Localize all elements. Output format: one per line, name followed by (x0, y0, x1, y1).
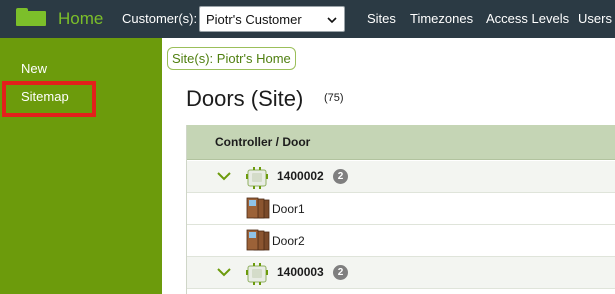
breadcrumb[interactable]: Site(s): Piotr's Home (167, 47, 296, 70)
doors-table: Controller / Door 1400002 2 Door1 Door2 … (186, 125, 615, 294)
table-row[interactable]: Door1 (187, 193, 615, 225)
door-name[interactable]: Door2 (272, 234, 305, 249)
nav-timezones[interactable]: Timezones (410, 11, 473, 27)
nav-sites[interactable]: Sites (367, 11, 396, 27)
nav-users[interactable]: Users (578, 11, 612, 27)
customer-label: Customer(s): (122, 11, 198, 26)
page-count: (75) (324, 92, 344, 104)
controller-icon (246, 167, 268, 189)
door-name[interactable]: Door1 (272, 202, 305, 217)
chevron-down-icon[interactable] (217, 267, 231, 277)
table-header: Controller / Door (187, 125, 615, 160)
table-row[interactable]: 1400003 2 (187, 257, 615, 289)
customer-select[interactable]: Piotr's Customer (199, 6, 345, 32)
home-link[interactable]: Home (58, 9, 103, 29)
page-title: Doors (Site) (186, 86, 304, 111)
top-navigation-bar: Home Customer(s): Piotr's Customer Sites… (0, 0, 615, 38)
controller-name: 1400002 (277, 169, 324, 183)
chevron-down-icon[interactable] (217, 171, 231, 181)
controller-icon (246, 263, 268, 285)
column-header-controller-door[interactable]: Controller / Door (215, 135, 310, 150)
door-icon (246, 197, 270, 219)
sidebar-item-new[interactable]: New (21, 61, 47, 77)
folder-logo-icon[interactable] (16, 8, 46, 26)
door-count-badge: 2 (333, 265, 348, 280)
table-row[interactable]: 1400002 2 (187, 161, 615, 193)
highlight-annotation-box (2, 81, 96, 117)
door-count-badge: 2 (333, 169, 348, 184)
controller-name: 1400003 (277, 265, 324, 279)
chevron-down-icon (327, 17, 337, 24)
table-row[interactable]: Door2 (187, 225, 615, 257)
nav-access-levels[interactable]: Access Levels (486, 11, 569, 27)
door-icon (246, 229, 270, 251)
customer-select-value: Piotr's Customer (206, 12, 302, 27)
sidebar: New Sitemap (0, 38, 162, 294)
